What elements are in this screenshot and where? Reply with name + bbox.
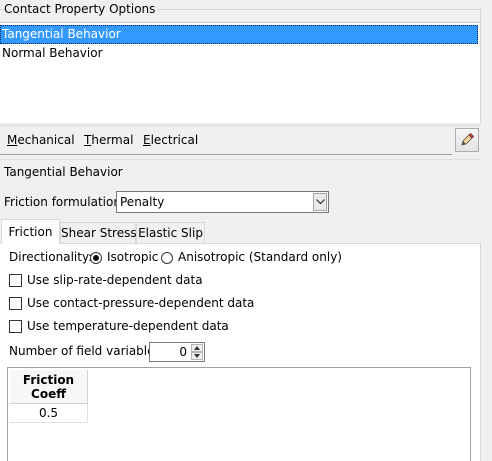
friction-coeff-table[interactable]: Friction Coeff 0.5 [7,367,471,461]
menu-electrical-label: lectrical [150,133,199,147]
contact-property-options-legend: Contact Property Options [3,2,158,16]
column-header-line1: Friction [22,373,75,387]
field-variables-spinbox[interactable]: 0 [149,342,205,362]
radio-anisotropic[interactable] [161,252,173,264]
radio-isotropic-label[interactable]: Isotropic [107,250,158,264]
radio-isotropic[interactable] [90,252,102,264]
checkbox-contact-pressure-dependent[interactable] [9,297,22,310]
caret-down-icon [194,354,200,358]
list-item-normal-behavior[interactable]: Normal Behavior [0,44,478,63]
menu-thermal-label: hermal [91,133,134,147]
tab-friction[interactable]: Friction [1,219,60,244]
friction-formulation-label: Friction formulation: [4,195,125,209]
checkbox-temperature-dependent-label[interactable]: Use temperature-dependent data [27,319,229,333]
pencil-eraser-icon [461,133,474,146]
table-cell-friction-coeff[interactable]: 0.5 [10,404,88,423]
menu-mechanical-label: echanical [17,133,75,147]
checkbox-temperature-dependent[interactable] [9,320,22,333]
menu-electrical[interactable]: Electrical [143,133,198,147]
contact-property-list[interactable]: Tangential Behavior Normal Behavior [0,22,480,123]
field-variables-value: 0 [179,345,187,359]
friction-formulation-value: Penalty [120,195,165,209]
menu-electrical-mnemonic: E [143,133,151,147]
field-variables-label: Number of field variables: [9,344,165,358]
list-item-tangential-behavior[interactable]: Tangential Behavior [0,25,478,44]
section-title: Tangential Behavior [4,165,123,179]
column-header-friction-coeff: Friction Coeff [10,370,88,404]
menu-mechanical-mnemonic: M [7,133,18,147]
radio-anisotropic-label[interactable]: Anisotropic (Standard only) [178,250,342,264]
directionality-label: Directionality: [9,250,93,264]
tab-elastic-slip[interactable]: Elastic Slip [136,222,205,243]
menubar-bottom-divider [0,154,452,155]
checkbox-contact-pressure-dependent-label[interactable]: Use contact-pressure-dependent data [27,296,254,310]
section-divider [0,159,492,160]
checkbox-slip-rate-dependent[interactable] [9,274,22,287]
menu-mechanical[interactable]: Mechanical [7,133,75,147]
spin-up-button[interactable] [191,344,203,352]
checkbox-slip-rate-dependent-label[interactable]: Use slip-rate-dependent data [27,273,203,287]
window-right-edge [481,0,492,461]
chevron-down-icon [316,199,325,205]
menubar-top-divider [0,125,492,126]
spin-down-button[interactable] [191,352,203,360]
dropdown-button[interactable] [313,193,327,211]
caret-up-icon [194,346,200,350]
friction-formulation-select[interactable]: Penalty [116,191,329,213]
edit-button[interactable] [455,128,479,152]
column-header-line2: Coeff [31,387,66,401]
tab-shear-stress[interactable]: Shear Stress [60,222,137,243]
menu-thermal[interactable]: Thermal [84,133,133,147]
spin-buttons [191,344,203,360]
